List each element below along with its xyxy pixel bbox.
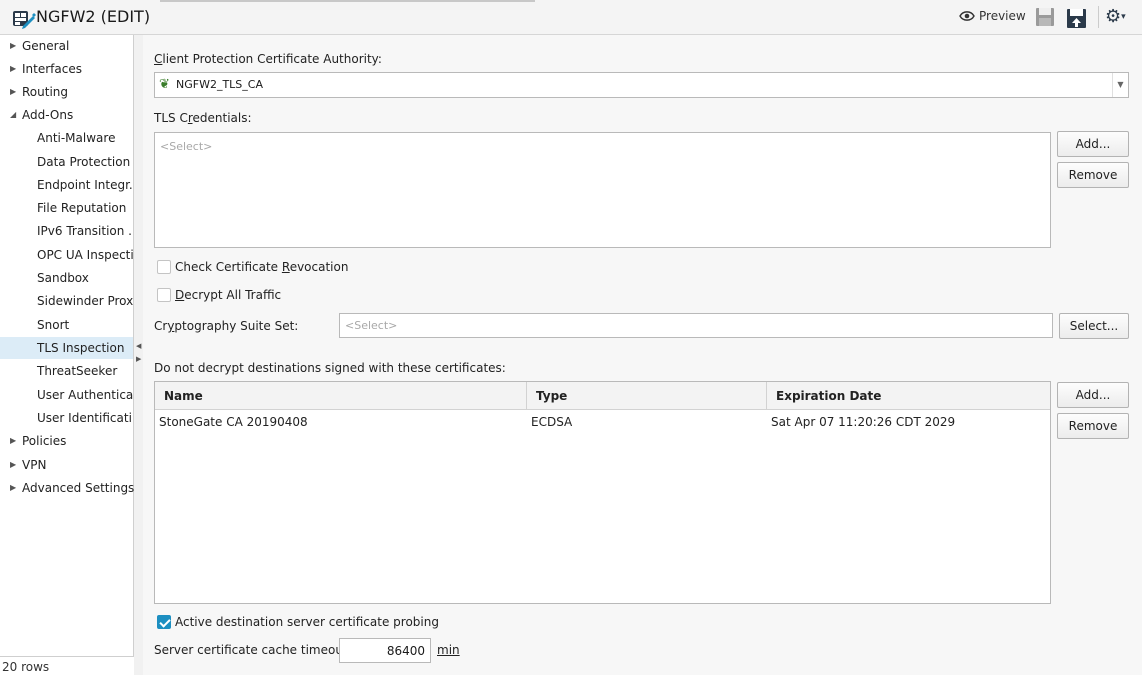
tree-item-label: OPC UA Inspecti...	[37, 248, 133, 262]
decrypt-all-checkbox[interactable]	[157, 288, 171, 302]
save-icon[interactable]	[1035, 7, 1055, 27]
tree-item-label: Sidewinder Proxy	[37, 294, 133, 308]
tree-item-tls-inspection[interactable]: TLS Inspection	[0, 337, 133, 359]
tls-credentials-label: TLS Credentials:	[154, 111, 252, 125]
cell-expiration: Sat Apr 07 11:20:26 CDT 2029	[771, 415, 956, 429]
firewall-edit-icon	[13, 11, 36, 29]
save-and-install-icon[interactable]	[1066, 7, 1088, 29]
title-bar-tab-edge	[160, 0, 535, 2]
expand-arrow-icon[interactable]: ▶	[10, 430, 22, 452]
certificate-authority-icon: ❦	[159, 77, 170, 92]
tree-item-add-ons[interactable]: ◢ Add-Ons	[0, 104, 133, 126]
gear-icon[interactable]: ⚙▾	[1105, 6, 1126, 28]
tree-item-vpn[interactable]: ▶ VPN	[0, 454, 133, 476]
client-ca-value: NGFW2_TLS_CA	[176, 78, 263, 91]
expand-arrow-icon[interactable]: ▶	[10, 81, 22, 103]
tree-item-sandbox[interactable]: Sandbox	[0, 267, 133, 289]
tree-item-label: ThreatSeeker	[37, 364, 118, 378]
tree-item-policies[interactable]: ▶ Policies	[0, 430, 133, 452]
client-ca-label: Client Protection Certificate Authority:	[154, 52, 382, 66]
tree-item-label: Interfaces	[22, 62, 82, 76]
tree-item-ipv6-transition[interactable]: IPv6 Transition ...	[0, 220, 133, 242]
no-decrypt-label: Do not decrypt destinations signed with …	[154, 361, 506, 375]
check-revocation-label: Check Certificate Revocation	[175, 260, 349, 274]
cache-timeout-value: 86400	[386, 644, 425, 658]
cache-timeout-input[interactable]: 86400	[339, 638, 431, 663]
tree-item-label: VPN	[22, 458, 47, 472]
no-decrypt-remove-button[interactable]: Remove	[1057, 413, 1129, 439]
expand-right-icon[interactable]: ▶	[136, 355, 142, 363]
window-title: NGFW2 (EDIT)	[36, 7, 151, 26]
tls-credentials-list[interactable]: <Select>	[154, 132, 1051, 248]
expand-arrow-icon[interactable]: ▶	[10, 454, 22, 476]
certificate-probing-label: Active destination server certificate pr…	[175, 615, 439, 629]
no-decrypt-certificates-table: Name Type Expiration Date StoneGate CA 2…	[154, 381, 1051, 604]
toolbar-separator	[1098, 6, 1099, 28]
chevron-down-icon[interactable]: ▼	[1112, 73, 1128, 97]
tree-item-label: Anti-Malware	[37, 131, 116, 145]
tree-item-user-authentication[interactable]: User Authentica...	[0, 384, 133, 406]
tree-item-file-reputation[interactable]: File Reputation	[0, 197, 133, 219]
tree-item-label: Add-Ons	[22, 108, 74, 122]
tree-item-general[interactable]: ▶ General	[0, 35, 133, 57]
tree-item-user-identification[interactable]: User Identificati...	[0, 407, 133, 429]
no-decrypt-add-button[interactable]: Add...	[1057, 382, 1129, 408]
eye-icon	[959, 11, 975, 21]
navigation-tree: ▶ General ▶ Interfaces ▶ Routing ◢ Add-Ons A…	[0, 35, 134, 657]
column-header-expiration[interactable]: Expiration Date	[767, 382, 1050, 410]
expand-arrow-icon[interactable]: ▶	[10, 35, 22, 57]
cache-timeout-label: Server certificate cache timeout:	[154, 643, 352, 657]
column-header-type[interactable]: Type	[527, 382, 767, 410]
collapse-arrow-icon[interactable]: ◢	[10, 104, 22, 126]
tls-credentials-add-button[interactable]: Add...	[1057, 131, 1129, 157]
tree-item-opc-ua-inspection[interactable]: OPC UA Inspecti...	[0, 244, 133, 266]
table-header: Name Type Expiration Date	[155, 382, 1050, 410]
tree-item-endpoint-integration[interactable]: Endpoint Integr...	[0, 174, 133, 196]
tree-item-label: User Authentica...	[37, 388, 133, 402]
preview-label: Preview	[979, 9, 1026, 23]
tree-item-routing[interactable]: ▶ Routing	[0, 81, 133, 103]
row-count: 20 rows	[2, 660, 50, 674]
decrypt-all-label: Decrypt All Traffic	[175, 288, 282, 302]
tls-credentials-remove-button[interactable]: Remove	[1057, 162, 1129, 188]
tree-item-label: Snort	[37, 318, 70, 332]
tree-item-label: User Identificati...	[37, 411, 133, 425]
preview-button[interactable]: Preview	[959, 9, 1026, 23]
tree-item-label: General	[22, 39, 70, 53]
table-row[interactable]: StoneGate CA 20190408 ECDSA Sat Apr 07 1…	[155, 410, 1050, 434]
tree-item-label: Endpoint Integr...	[37, 178, 133, 192]
collapse-left-icon[interactable]: ◀	[136, 342, 142, 350]
tree-item-label: TLS Inspection	[37, 341, 125, 355]
tree-item-sidewinder-proxy[interactable]: Sidewinder Proxy	[0, 290, 133, 312]
tls-credentials-placeholder: <Select>	[160, 140, 213, 153]
tree-item-label: Sandbox	[37, 271, 89, 285]
tree-item-label: Data Protection	[37, 155, 131, 169]
title-bar: NGFW2 (EDIT) Preview ⚙▾	[0, 0, 1142, 35]
cell-type: ECDSA	[531, 415, 573, 429]
cache-timeout-unit: min	[437, 643, 460, 657]
expand-arrow-icon[interactable]: ▶	[10, 58, 22, 80]
tree-item-label: Routing	[22, 85, 69, 99]
tree-item-advanced-settings[interactable]: ▶ Advanced Settings	[0, 477, 135, 499]
tree-item-label: Policies	[22, 434, 67, 448]
client-ca-dropdown[interactable]: ❦ NGFW2_TLS_CA ▼	[154, 72, 1129, 98]
crypto-suite-label: Cryptography Suite Set:	[154, 319, 299, 333]
crypto-suite-select-button[interactable]: Select...	[1059, 313, 1129, 339]
cell-name: StoneGate CA 20190408	[159, 415, 308, 429]
certificate-probing-checkbox[interactable]	[157, 615, 171, 629]
tree-item-label: IPv6 Transition ...	[37, 224, 133, 238]
crypto-suite-field[interactable]: <Select>	[339, 313, 1053, 338]
tree-item-anti-malware[interactable]: Anti-Malware	[0, 127, 133, 149]
expand-arrow-icon[interactable]: ▶	[10, 477, 22, 499]
tree-item-label: File Reputation	[37, 201, 127, 215]
tree-item-snort[interactable]: Snort	[0, 314, 133, 336]
tree-item-data-protection[interactable]: Data Protection	[0, 151, 133, 173]
tree-item-threatseeker[interactable]: ThreatSeeker	[0, 360, 133, 382]
check-revocation-checkbox[interactable]	[157, 260, 171, 274]
tree-item-label: Advanced Settings	[22, 481, 135, 495]
tree-item-interfaces[interactable]: ▶ Interfaces	[0, 58, 133, 80]
column-header-name[interactable]: Name	[155, 382, 527, 410]
crypto-suite-placeholder: <Select>	[345, 319, 398, 332]
